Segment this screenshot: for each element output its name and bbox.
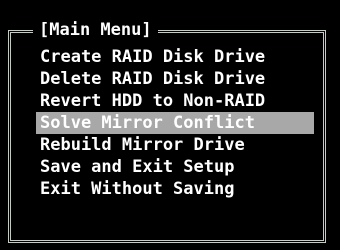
menu-item-exit-without-saving[interactable]: Exit Without Saving [36, 178, 314, 200]
menu-item-delete-raid-disk-drive[interactable]: Delete RAID Disk Drive [36, 68, 314, 90]
menu-item-revert-hdd-to-non-raid[interactable]: Revert HDD to Non-RAID [36, 90, 314, 112]
main-menu-list: Create RAID Disk Drive Delete RAID Disk … [36, 46, 314, 200]
menu-item-save-and-exit-setup[interactable]: Save and Exit Setup [36, 156, 314, 178]
main-menu-title: [Main Menu] [33, 19, 158, 41]
menu-item-create-raid-disk-drive[interactable]: Create RAID Disk Drive [36, 46, 314, 68]
bios-raid-screen: [Main Menu] Create RAID Disk Drive Delet… [0, 0, 340, 250]
menu-item-rebuild-mirror-drive[interactable]: Rebuild Mirror Drive [36, 134, 314, 156]
menu-item-solve-mirror-conflict[interactable]: Solve Mirror Conflict [36, 112, 314, 134]
